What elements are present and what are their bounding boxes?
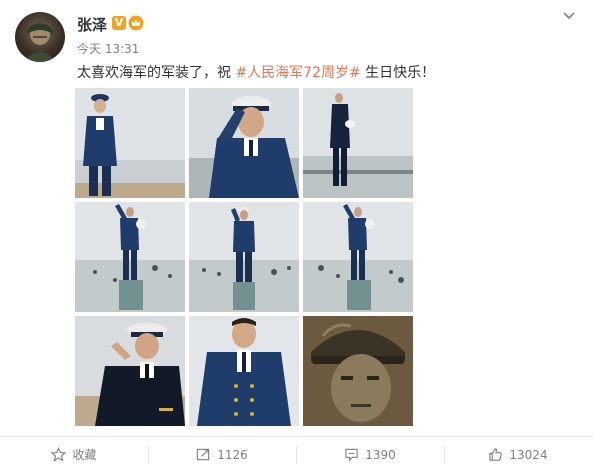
favorite-label: 收藏: [72, 448, 97, 462]
photo-navy-saluting-on-rock-3[interactable]: [303, 202, 413, 312]
chevron-down-icon[interactable]: [562, 10, 576, 22]
user-avatar[interactable]: [15, 12, 65, 62]
repost-icon: [197, 448, 210, 461]
star-icon: [51, 447, 67, 462]
post-text-before: 太喜欢海军的军装了，祝: [77, 65, 236, 81]
action-separator: [444, 446, 445, 464]
image-grid: [75, 88, 413, 426]
thumbs-up-icon: [489, 448, 503, 461]
vip-crown-icon: [128, 15, 144, 31]
photo-navy-uniform-side-profile[interactable]: [303, 88, 413, 198]
action-separator: [148, 446, 149, 464]
comment-count: 1390: [365, 447, 396, 462]
post-text-after: 生日快乐！: [360, 65, 436, 81]
repost-count: 1126: [217, 447, 248, 462]
photo-navy-uniform-standing-beach[interactable]: [75, 88, 185, 198]
photo-navy-saluting-on-rock-1[interactable]: [75, 202, 185, 312]
comment-button[interactable]: 1390: [296, 437, 444, 472]
comment-icon: [345, 448, 358, 462]
photo-navy-uniform-saluting[interactable]: [189, 88, 299, 198]
action-bar: 收藏 1126 1390 13024: [0, 437, 593, 472]
hashtag-link[interactable]: #人民海军72周岁#: [235, 65, 360, 81]
username[interactable]: 张泽: [77, 14, 107, 35]
like-count: 13024: [509, 447, 548, 462]
verified-badge-icon: V: [112, 16, 126, 30]
action-separator: [296, 446, 297, 464]
photo-navy-uniform-portrait[interactable]: [189, 316, 299, 426]
post-content: 太喜欢海军的军装了，祝 #人民海军72周岁# 生日快乐！: [77, 62, 435, 82]
photo-helmet-portrait-sepia[interactable]: [303, 316, 413, 426]
favorite-button[interactable]: 收藏: [0, 437, 148, 472]
post-timestamp[interactable]: 今天 13:31: [77, 40, 139, 57]
like-button[interactable]: 13024: [444, 437, 592, 472]
photo-navy-saluting-on-rock-2[interactable]: [189, 202, 299, 312]
photo-navy-white-cap-salute[interactable]: [75, 316, 185, 426]
repost-button[interactable]: 1126: [148, 437, 296, 472]
weibo-post: 张泽 V 今天 13:31 太喜欢海军的军装了，祝 #人民海军72周岁# 生日快…: [0, 0, 593, 472]
